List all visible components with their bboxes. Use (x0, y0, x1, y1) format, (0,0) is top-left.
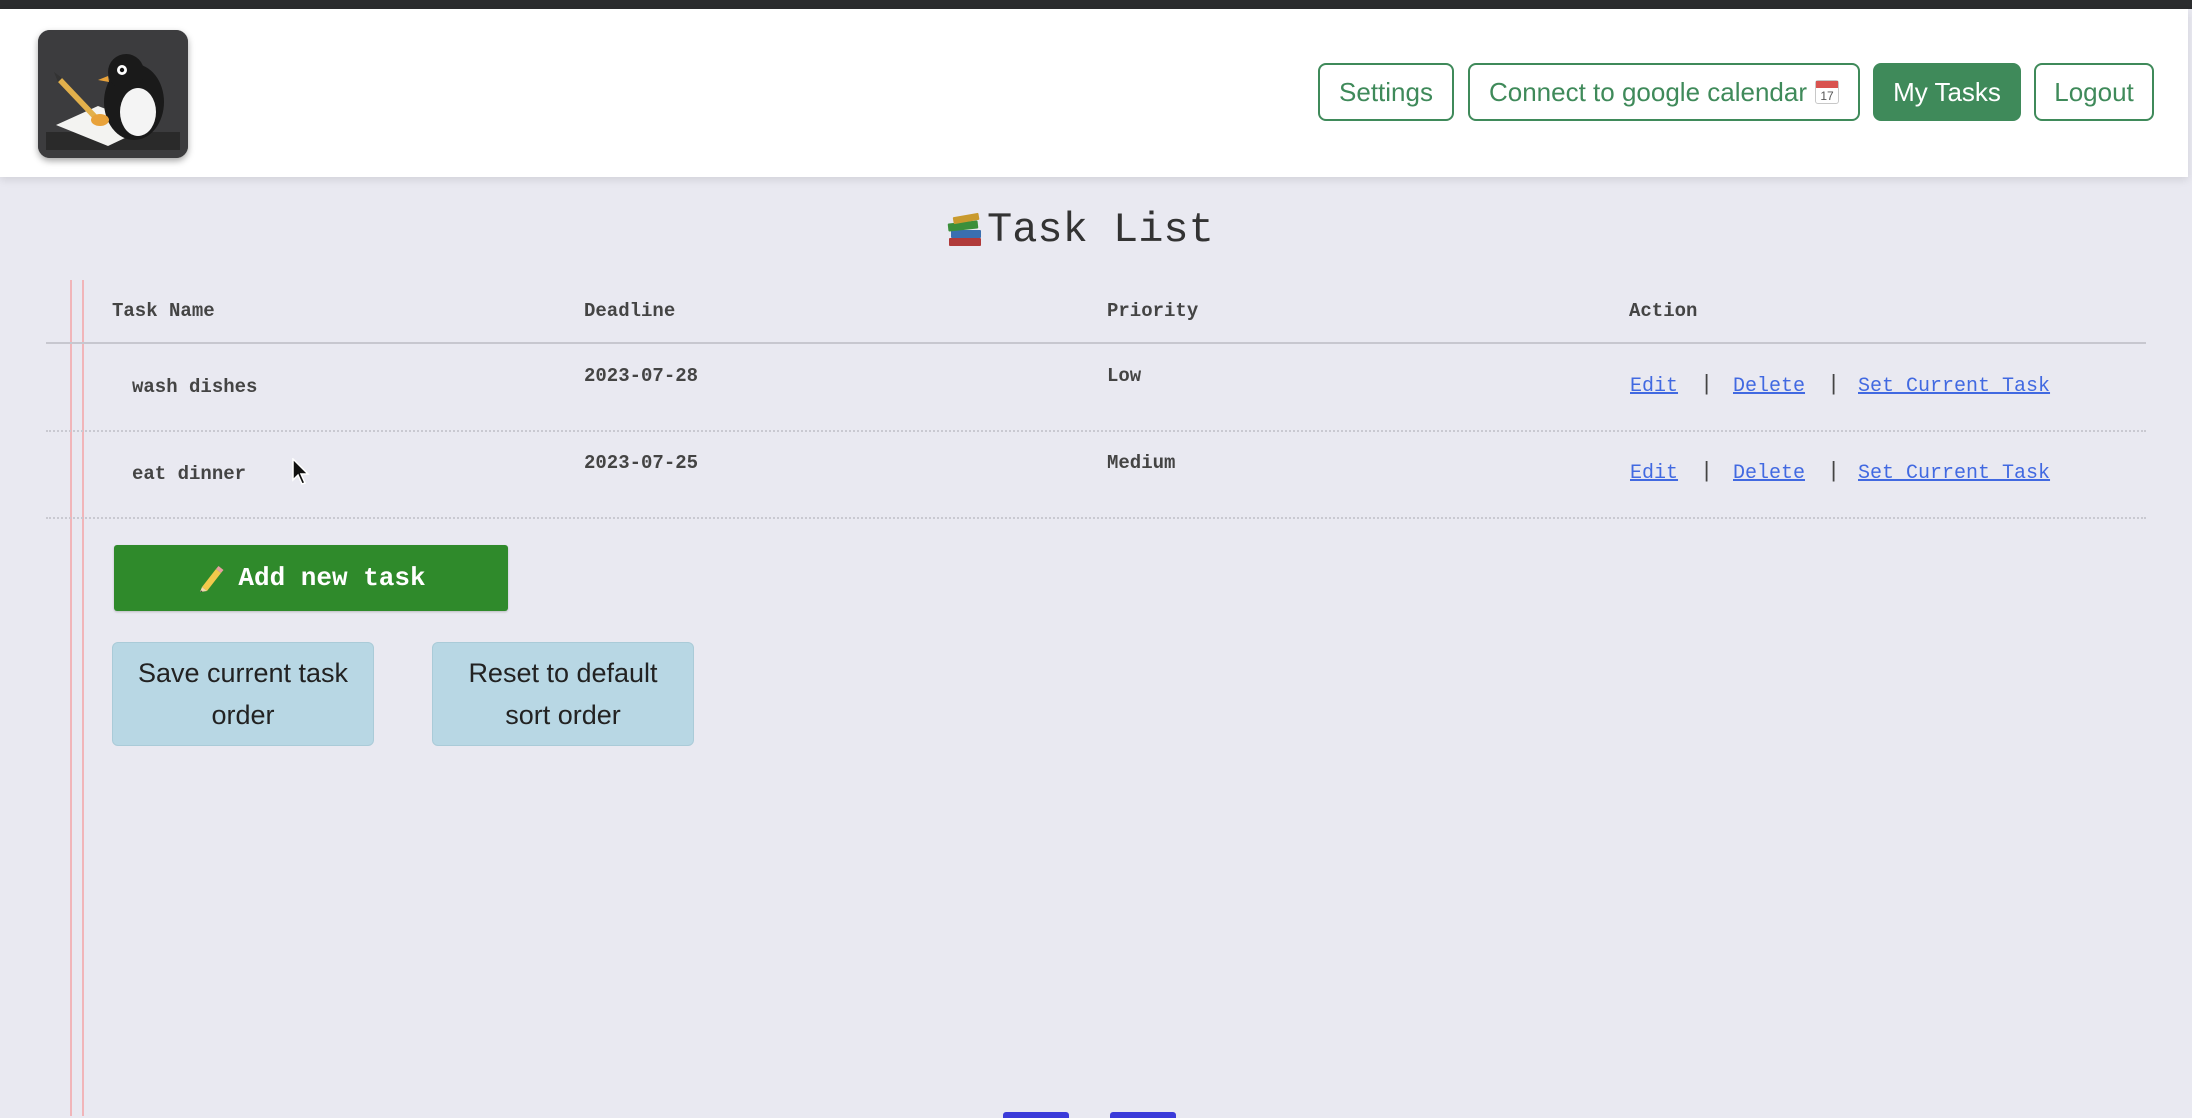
my-tasks-button[interactable]: My Tasks (1873, 63, 2021, 121)
bottom-tab-indicator (1110, 1112, 1176, 1118)
deadline-cell: 2023-07-28 (584, 365, 699, 387)
task-name-cell: wash dishes (132, 376, 258, 398)
set-current-task-link[interactable]: Set Current Task (1858, 462, 2050, 485)
settings-button-label: Settings (1339, 76, 1433, 107)
save-task-order-label: Save current task order (137, 658, 349, 730)
add-new-task-label: Add new task (238, 563, 426, 593)
column-header-task-name: Task Name (112, 300, 215, 322)
settings-button[interactable]: Settings (1318, 63, 1454, 121)
my-tasks-label: My Tasks (1893, 76, 2001, 107)
column-header-deadline: Deadline (584, 300, 676, 322)
delete-link[interactable]: Delete (1733, 462, 1805, 485)
save-task-order-button[interactable]: Save current task order (112, 642, 374, 746)
deadline-cell: 2023-07-25 (584, 452, 699, 474)
action-separator: | (1827, 372, 1841, 397)
priority-cell: Medium (1107, 452, 1176, 474)
action-separator: | (1827, 459, 1841, 484)
delete-link[interactable]: Delete (1733, 375, 1805, 398)
row-divider (46, 517, 2146, 519)
page-title-text: Task List (987, 206, 1214, 254)
notebook-margin-line (82, 280, 84, 1116)
edit-link[interactable]: Edit (1630, 462, 1678, 485)
reset-sort-order-label: Reset to default sort order (468, 658, 658, 730)
books-icon (945, 210, 985, 250)
bottom-tab-indicator (1003, 1112, 1069, 1118)
logout-label: Logout (2054, 76, 2134, 107)
navbar: Settings Connect to google calendar 17 M… (0, 9, 2188, 177)
connect-google-calendar-button[interactable]: Connect to google calendar 17 (1468, 63, 1860, 121)
pencil-icon (196, 563, 226, 593)
top-strip (0, 0, 2192, 9)
edit-link[interactable]: Edit (1630, 375, 1678, 398)
logout-button[interactable]: Logout (2034, 63, 2154, 121)
priority-cell: Low (1107, 365, 1142, 387)
task-name-cell: eat dinner (132, 463, 247, 485)
action-separator: | (1700, 459, 1714, 484)
reset-sort-order-button[interactable]: Reset to default sort order (432, 642, 694, 746)
notebook-margin-line (70, 280, 72, 1116)
connect-calendar-label: Connect to google calendar (1488, 76, 1807, 107)
table-header-divider (46, 342, 2146, 344)
action-separator: | (1700, 372, 1714, 397)
penguin-logo-icon[interactable] (38, 30, 188, 158)
mouse-cursor-icon (292, 457, 310, 491)
column-header-action: Action (1629, 300, 1698, 322)
row-divider (46, 430, 2146, 432)
column-header-priority: Priority (1107, 300, 1199, 322)
set-current-task-link[interactable]: Set Current Task (1858, 375, 2050, 398)
add-new-task-button[interactable]: Add new task (114, 545, 508, 611)
calendar-icon: 17 (1815, 80, 1839, 104)
page-title: Task List (945, 202, 1214, 258)
